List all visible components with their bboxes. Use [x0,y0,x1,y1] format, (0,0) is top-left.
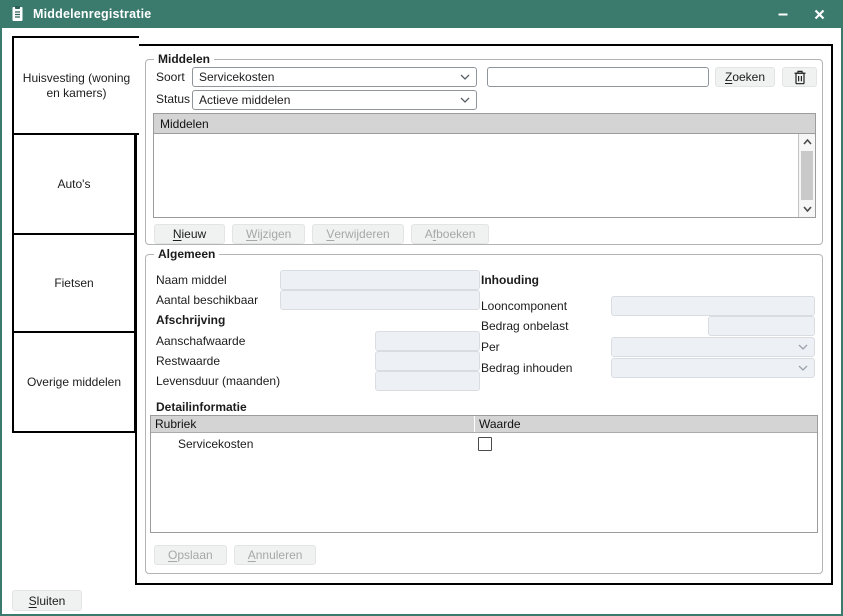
soort-label: Soort [156,70,185,84]
bedrag-onbelast-label: Bedrag onbelast [481,319,568,333]
middelen-list-header: Middelen [154,114,815,134]
minimize-button[interactable] [775,6,791,22]
close-button[interactable] [811,6,827,22]
rubriek-cell: Servicekosten [151,437,474,451]
inhouding-heading: Inhouding [481,273,539,287]
zoeken-button[interactable]: Zoeken [715,67,775,87]
tab-fietsen[interactable]: Fietsen [12,233,136,333]
bedrag-inhouden-label: Bedrag inhouden [481,361,572,375]
per-select [611,337,815,357]
app-window: Middelenregistratie Huisvesting (woning … [0,0,843,616]
status-select[interactable]: Actieve middelen [192,90,477,110]
middelen-group: Middelen Soort Servicekosten Zoeken Stat… [145,59,823,245]
levensduur-field [375,371,480,391]
naam-middel-field [280,270,480,290]
close-icon [814,9,825,20]
trash-button[interactable] [782,67,817,87]
wijzigen-button: Wijzigen [232,224,305,244]
aanschafwaarde-field [375,331,480,351]
trash-icon [793,70,807,85]
waarde-checkbox[interactable] [478,437,492,451]
soort-select-value: Servicekosten [199,70,274,84]
main-panel: Middelen Soort Servicekosten Zoeken Stat… [135,44,833,585]
bedrag-inhouden-select [611,358,815,378]
scroll-up-icon [803,139,812,145]
search-input[interactable] [487,67,709,87]
chevron-down-icon [460,74,470,80]
scrollbar[interactable] [798,134,815,217]
aanschafwaarde-label: Aanschafwaarde [156,334,245,348]
bedrag-onbelast-field [708,316,815,336]
scrollbar-thumb[interactable] [801,151,813,200]
algemeen-group: Algemeen Naam middel Aantal beschikbaar … [145,254,823,574]
algemeen-group-legend: Algemeen [154,247,219,261]
status-label: Status [156,92,190,106]
detail-table-header: Rubriek Waarde [151,416,817,433]
afboeken-button: Afboeken [411,224,490,244]
middelen-group-legend: Middelen [154,52,214,66]
detail-table: Rubriek Waarde Servicekosten [150,415,818,533]
aantal-beschikbaar-label: Aantal beschikbaar [156,293,258,307]
document-icon [10,6,25,22]
naam-middel-label: Naam middel [156,273,227,287]
verwijderen-button: Verwijderen [312,224,403,244]
looncomponent-label: Looncomponent [481,299,567,313]
levensduur-label: Levensduur (maanden) [156,374,280,388]
minimize-icon [777,8,789,20]
annuleren-button: Annuleren [234,545,317,565]
sluiten-button[interactable]: Sluiten [12,590,82,611]
middelen-list[interactable] [154,134,798,217]
column-rubriek: Rubriek [151,416,474,432]
title-bar: Middelenregistratie [0,0,843,28]
tab-autos[interactable]: Auto's [12,133,136,235]
soort-select[interactable]: Servicekosten [192,67,477,87]
looncomponent-field [611,296,815,316]
opslaan-button: Opslaan [154,545,227,565]
nieuw-button[interactable]: Nieuw [154,224,225,244]
scroll-down-button[interactable] [799,201,815,217]
table-row[interactable]: Servicekosten [151,433,817,455]
tab-overige-middelen[interactable]: Overige middelen [12,331,136,433]
chevron-down-icon [798,365,808,371]
chevron-down-icon [460,97,470,103]
category-tabs: Huisvesting (woning en kamers) Auto's Fi… [12,36,139,433]
scroll-up-button[interactable] [799,134,815,150]
column-waarde: Waarde [474,416,817,432]
status-select-value: Actieve middelen [199,93,290,107]
detailinformatie-heading: Detailinformatie [156,400,247,414]
per-label: Per [481,340,500,354]
middelen-listbox: Middelen [153,113,816,218]
restwaarde-label: Restwaarde [156,354,220,368]
restwaarde-field [375,351,480,371]
window-title: Middelenregistratie [33,7,151,21]
aantal-beschikbaar-field [280,290,480,310]
afschrijving-heading: Afschrijving [156,313,225,327]
scroll-down-icon [803,206,812,212]
chevron-down-icon [798,344,808,350]
tab-huisvesting[interactable]: Huisvesting (woning en kamers) [12,36,139,135]
